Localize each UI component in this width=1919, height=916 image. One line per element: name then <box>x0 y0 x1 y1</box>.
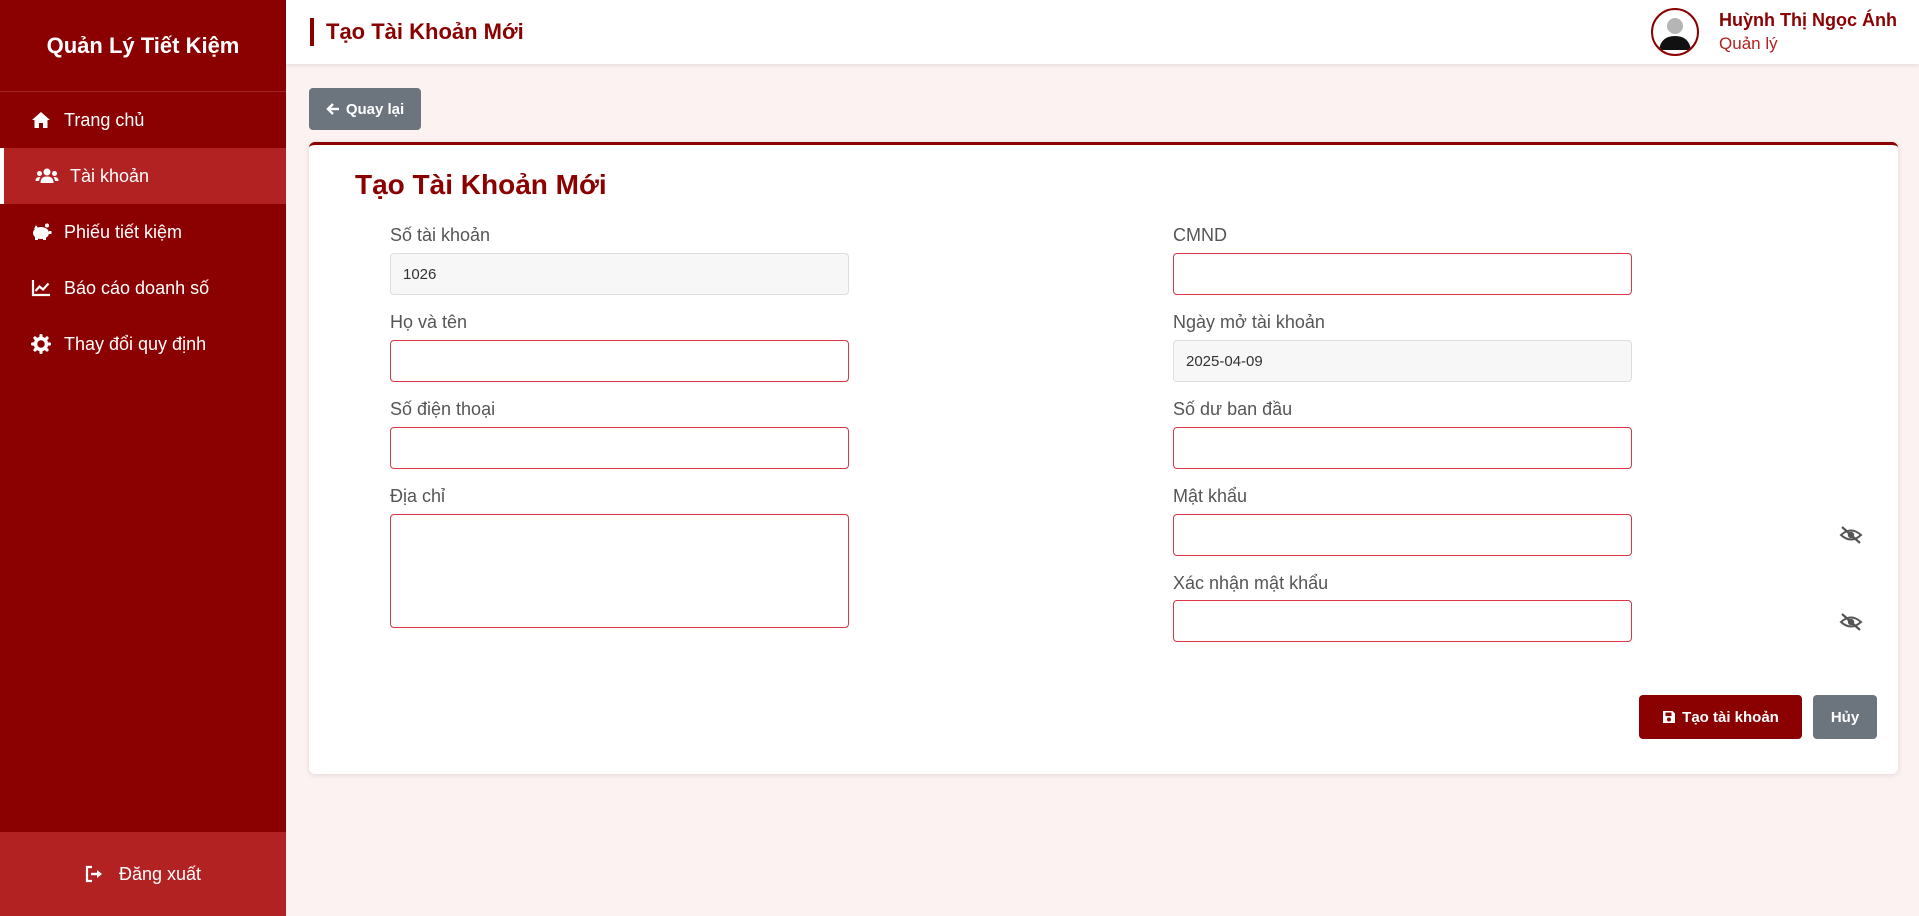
sidebar-item-label: Trang chủ <box>64 109 145 130</box>
sidebar-item-label: Tài khoản <box>70 165 150 186</box>
eye-slash-icon[interactable] <box>1838 611 1864 633</box>
sidebar-item-sales-report[interactable]: Báo cáo doanh số <box>0 260 286 316</box>
address-label: Địa chỉ <box>390 486 446 506</box>
sidebar-item-change-rules[interactable]: Thay đổi quy định <box>0 316 286 372</box>
sidebar-item-savings-slips[interactable]: Phiếu tiết kiệm <box>0 204 286 260</box>
initial-balance-field[interactable] <box>1173 427 1632 469</box>
id-card-field[interactable] <box>1173 253 1632 295</box>
full-name-label: Họ và tên <box>390 312 468 332</box>
piggy-bank-icon <box>28 222 54 242</box>
account-number-label: Số tài khoản <box>390 225 491 245</box>
users-icon <box>34 166 60 186</box>
confirm-password-field[interactable] <box>1173 600 1632 642</box>
user-name: Huỳnh Thị Ngọc Ánh <box>1719 10 1897 30</box>
top-header: Tạo Tài Khoản Mới Huỳnh Thị Ngọc Ánh Quả… <box>286 0 1919 64</box>
sidebar-item-home[interactable]: Trang chủ <box>0 92 286 148</box>
sidebar-item-accounts[interactable]: Tài khoản <box>0 148 286 204</box>
id-card-label: CMND <box>1173 225 1227 245</box>
back-label: Quay lại <box>345 100 405 118</box>
address-field[interactable] <box>390 514 849 628</box>
eye-slash-icon[interactable] <box>1838 524 1864 546</box>
confirm-password-label: Xác nhận mật khẩu <box>1173 573 1329 593</box>
logout-button[interactable]: Đăng xuất <box>0 832 286 916</box>
sidebar-nav: Trang chủ Tài khoản Phiếu tiết kiệm Báo … <box>0 92 286 372</box>
sidebar-item-label: Báo cáo doanh số <box>64 277 210 298</box>
user-profile[interactable]: Huỳnh Thị Ngọc Ánh Quản lý <box>1651 8 1897 56</box>
open-date-label: Ngày mở tài khoản <box>1173 312 1325 332</box>
chart-line-icon <box>28 278 54 298</box>
user-role: Quản lý <box>1719 34 1778 53</box>
sidebar-item-label: Thay đổi quy định <box>64 333 207 354</box>
create-account-button[interactable]: Tạo tài khoản <box>1639 695 1802 739</box>
gear-icon <box>28 334 54 354</box>
create-account-form: Tạo Tài Khoản Mới Số tài khoản Họ và tên… <box>309 142 1898 774</box>
open-date-field[interactable] <box>1173 340 1632 382</box>
save-icon <box>1662 710 1676 724</box>
phone-field[interactable] <box>390 427 849 469</box>
password-field[interactable] <box>1173 514 1632 556</box>
phone-label: Số điện thoại <box>390 399 496 419</box>
back-button[interactable]: Quay lại <box>309 88 421 130</box>
create-account-label: Tạo tài khoản <box>1682 708 1779 726</box>
home-icon <box>28 110 54 130</box>
sign-out-icon <box>85 865 105 883</box>
account-number-field[interactable] <box>390 253 849 295</box>
arrow-left-icon <box>326 102 340 116</box>
app-title: Quản Lý Tiết Kiệm <box>0 0 286 92</box>
page-title: Tạo Tài Khoản Mới <box>310 18 524 46</box>
avatar <box>1651 8 1700 56</box>
initial-balance-label: Số dư ban đầu <box>1173 399 1293 419</box>
form-title: Tạo Tài Khoản Mới <box>355 169 607 200</box>
full-name-field[interactable] <box>390 340 849 382</box>
sidebar: Quản Lý Tiết Kiệm Trang chủ Tài khoản Ph… <box>0 0 286 916</box>
sidebar-item-label: Phiếu tiết kiệm <box>64 221 183 242</box>
logout-label: Đăng xuất <box>118 863 202 884</box>
password-label: Mật khẩu <box>1173 486 1248 506</box>
cancel-button[interactable]: Hủy <box>1813 695 1877 739</box>
